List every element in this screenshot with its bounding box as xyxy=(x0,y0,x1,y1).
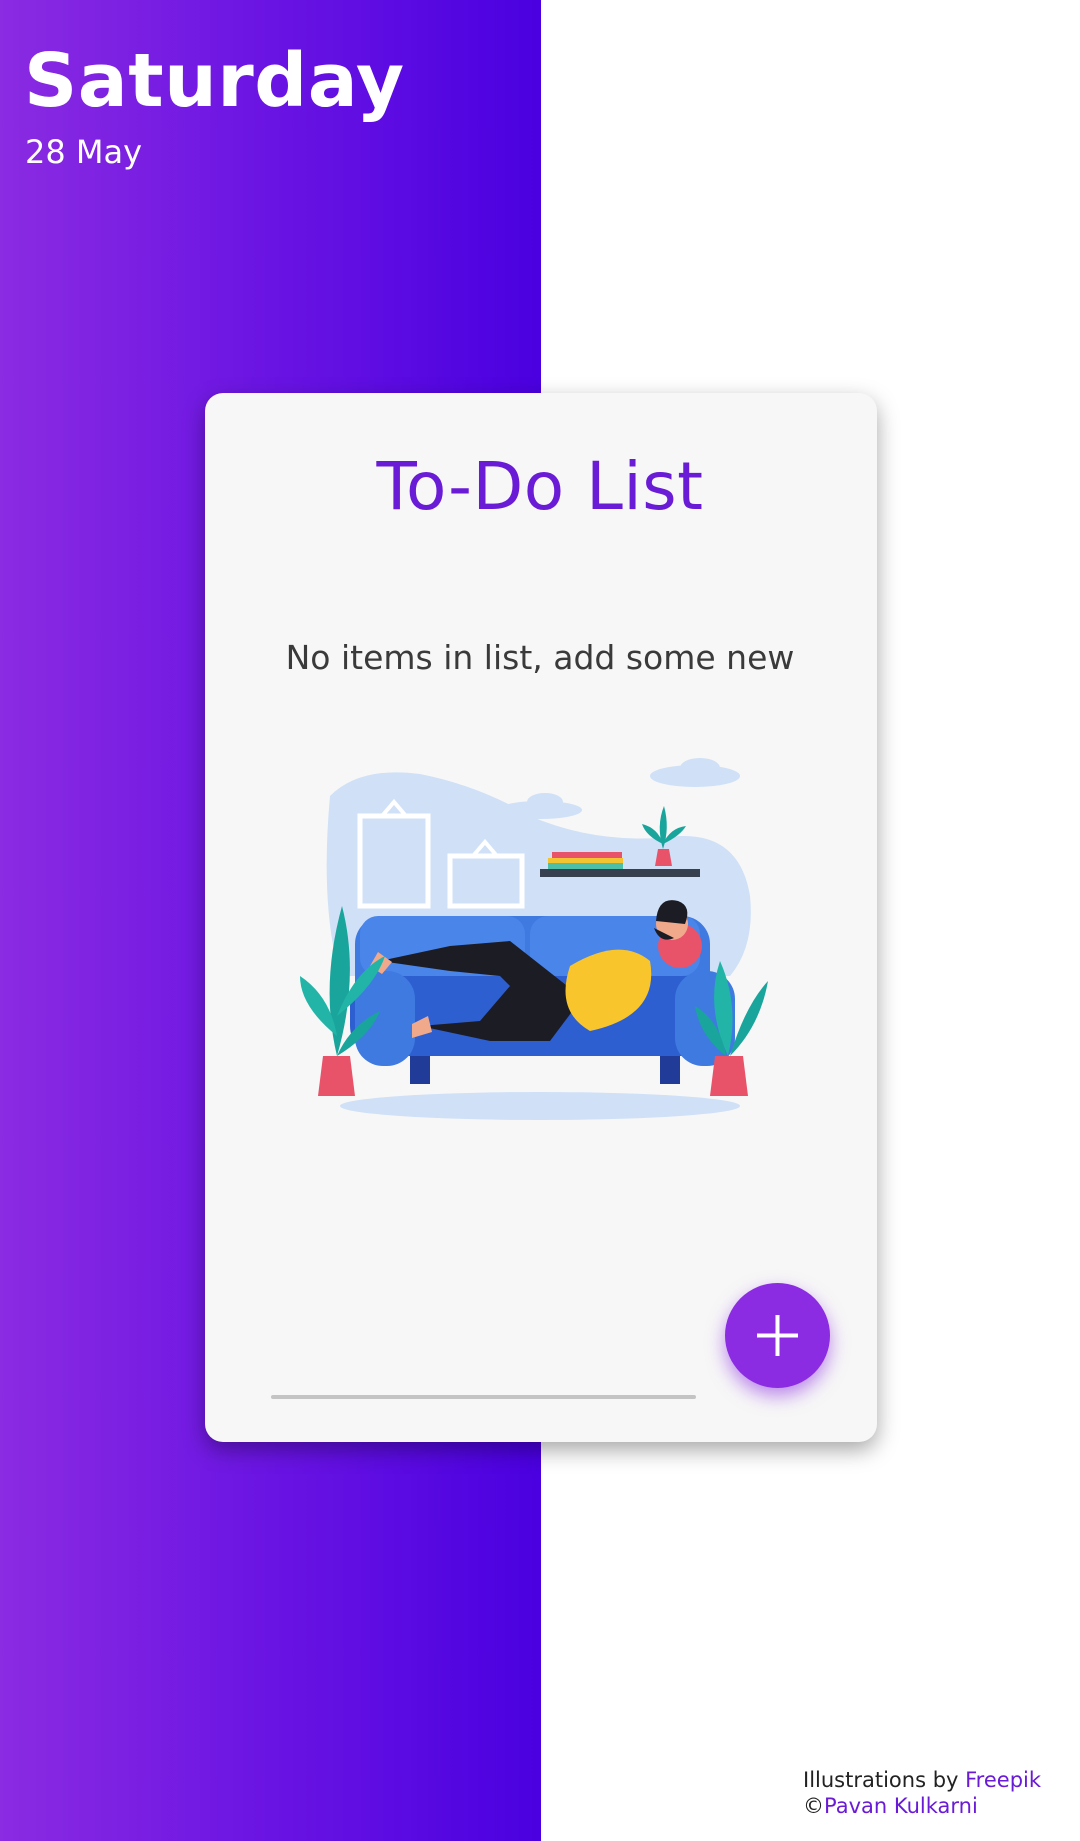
plus-icon xyxy=(757,1315,798,1356)
add-item-button[interactable] xyxy=(725,1283,830,1388)
copyright-symbol: © xyxy=(803,1794,824,1818)
author-credit: ©Pavan Kulkarni xyxy=(803,1793,1041,1819)
author-link[interactable]: Pavan Kulkarni xyxy=(824,1794,978,1818)
day-heading: Saturday xyxy=(24,38,405,124)
illustrations-prefix: Illustrations by xyxy=(803,1768,966,1792)
illustrations-credit: Illustrations by Freepik xyxy=(803,1767,1041,1793)
credits: Illustrations by Freepik ©Pavan Kulkarni xyxy=(803,1767,1041,1819)
freepik-link[interactable]: Freepik xyxy=(965,1768,1041,1792)
empty-list-message: No items in list, add some new xyxy=(285,638,795,677)
card-divider xyxy=(271,1395,696,1399)
relaxing-on-sofa-illustration xyxy=(300,758,768,1120)
date-subheading: 28 May xyxy=(25,133,143,171)
card-title: To-Do List xyxy=(376,448,704,525)
